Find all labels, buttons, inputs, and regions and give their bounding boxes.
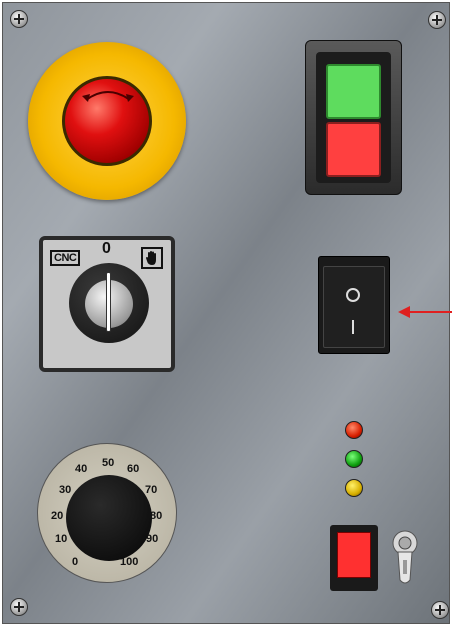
- indicator-lamp-yellow: [345, 479, 363, 497]
- hand-icon: [141, 247, 163, 269]
- screw-icon: [10, 10, 28, 28]
- pointer-arrow-line: [408, 311, 452, 313]
- screw-icon: [428, 11, 446, 29]
- screw-icon: [431, 601, 449, 619]
- dial-tick-label: 0: [72, 556, 79, 568]
- dial-tick-label: 60: [127, 463, 140, 475]
- rotate-arrow-icon: [82, 91, 134, 102]
- dial-tick-label: 70: [145, 484, 158, 496]
- screw-icon: [10, 598, 28, 616]
- power-rocker-switch[interactable]: [323, 266, 385, 348]
- stop-button[interactable]: [326, 122, 381, 177]
- dial-tick-label: 40: [75, 463, 88, 475]
- mode-label-cnc: CNC: [50, 250, 81, 266]
- rocker-off-symbol: [346, 288, 360, 302]
- indicator-lamp-green: [345, 450, 363, 468]
- red-push-button[interactable]: [337, 532, 371, 578]
- mode-label-zero: 0: [102, 240, 111, 257]
- key-lock-icon[interactable]: [390, 530, 420, 588]
- rocker-on-symbol: [352, 320, 354, 334]
- dial-tick-label: 10: [55, 533, 68, 545]
- speed-dial-knob[interactable]: [66, 475, 152, 561]
- dial-tick-label: 50: [102, 457, 115, 469]
- dial-tick-label: 30: [59, 484, 72, 496]
- key-slot: [106, 272, 111, 332]
- start-button[interactable]: [326, 64, 381, 119]
- indicator-lamp-red: [345, 421, 363, 439]
- dial-tick-label: 20: [51, 510, 64, 522]
